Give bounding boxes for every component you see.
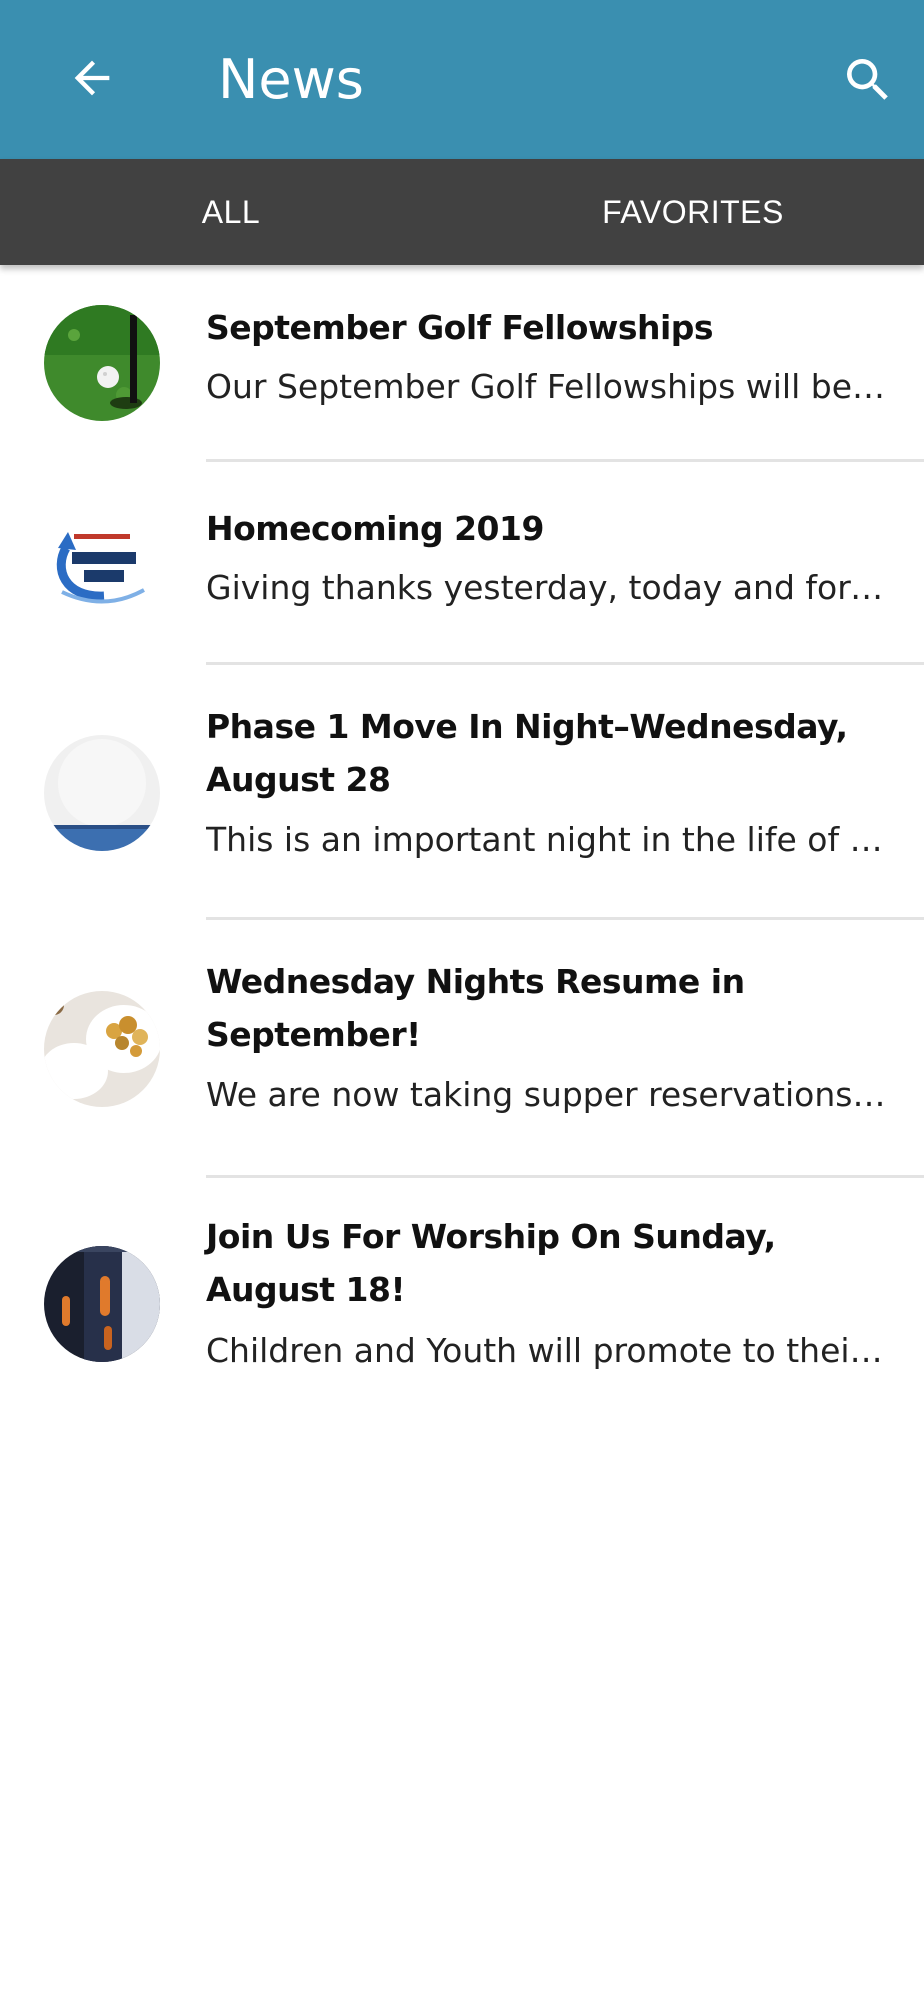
golf-ball-thumbnail bbox=[44, 305, 160, 421]
search-icon bbox=[847, 59, 888, 100]
news-item-description: This is an important night in the life o… bbox=[206, 820, 886, 859]
move-in-thumbnail bbox=[44, 735, 160, 851]
app-bar: News bbox=[0, 0, 924, 159]
news-item-title: Phase 1 Move In Night–Wednesday, August … bbox=[206, 707, 848, 799]
tab-all[interactable]: ALL bbox=[0, 159, 462, 265]
search-button[interactable] bbox=[836, 48, 900, 112]
back-button[interactable] bbox=[62, 48, 122, 108]
news-item[interactable]: Join Us For Worship On Sunday, August 18… bbox=[0, 1178, 924, 1432]
news-item[interactable]: Wednesday Nights Resume in September! We… bbox=[0, 920, 924, 1177]
news-item[interactable]: Phase 1 Move In Night–Wednesday, August … bbox=[0, 665, 924, 919]
news-item-title: Join Us For Worship On Sunday, August 18… bbox=[206, 1217, 776, 1309]
news-item[interactable]: September Golf Fellowships Our September… bbox=[0, 265, 924, 461]
news-item[interactable]: Homecoming 2019 Giving thanks yesterday,… bbox=[0, 462, 924, 665]
page-title: News bbox=[218, 48, 364, 111]
news-item-description: Children and Youth will promote to their… bbox=[206, 1331, 886, 1370]
worship-thumbnail bbox=[44, 1246, 160, 1362]
news-item-title: Homecoming 2019 bbox=[206, 509, 544, 548]
news-item-title: September Golf Fellowships bbox=[206, 308, 714, 347]
news-item-title: Wednesday Nights Resume in September! bbox=[206, 962, 745, 1054]
tab-favorites[interactable]: FAVORITES bbox=[462, 159, 924, 265]
arrow-left-icon bbox=[74, 60, 110, 96]
tab-bar: ALL FAVORITES bbox=[0, 159, 924, 265]
news-item-description: Our September Golf Fellowships will be h… bbox=[206, 367, 886, 406]
news-item-description: We are now taking supper reservations fo… bbox=[206, 1075, 886, 1114]
news-item-description: Giving thanks yesterday, today and forev… bbox=[206, 568, 886, 607]
supper-food-thumbnail bbox=[44, 991, 160, 1107]
homecoming-logo-thumbnail bbox=[44, 508, 160, 624]
